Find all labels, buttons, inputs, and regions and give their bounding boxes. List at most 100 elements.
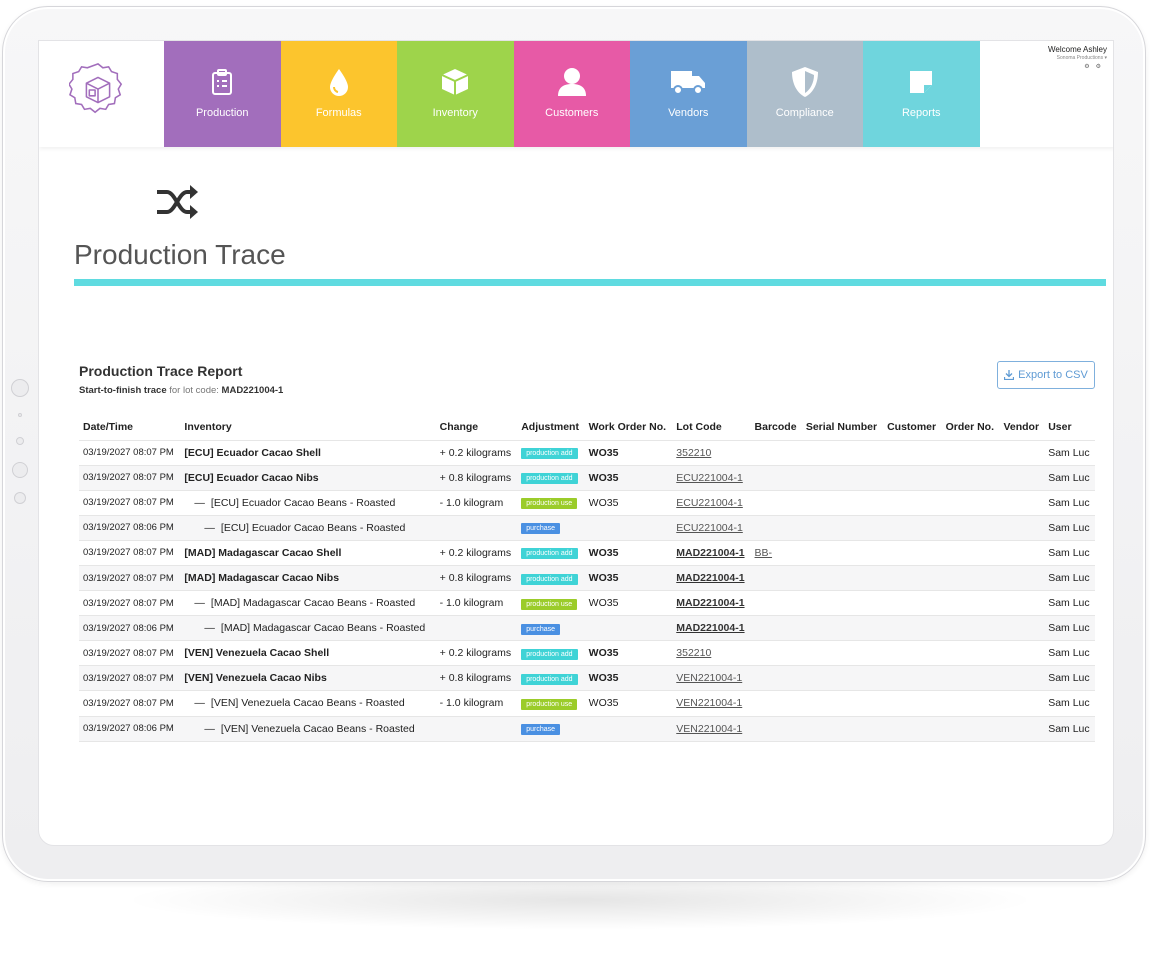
change-cell — [435, 716, 518, 742]
order-number-cell — [941, 690, 1000, 717]
person-icon — [557, 65, 587, 99]
adjustment-cell: production add — [517, 565, 585, 592]
lot-code-link[interactable]: ECU221004-1 — [676, 472, 743, 484]
customer-cell — [883, 615, 942, 642]
work-order-cell: WO35 — [584, 465, 673, 491]
user-cell: Sam Luc — [1044, 665, 1095, 692]
lot-code-link[interactable]: VEN221004-1 — [676, 723, 742, 735]
serial-number-cell — [801, 690, 884, 717]
lot-code-link[interactable]: 352210 — [676, 447, 711, 459]
lot-code-link[interactable]: MAD221004-1 — [676, 572, 744, 584]
work-order-cell: WO35 — [584, 540, 673, 566]
customer-cell — [883, 465, 942, 491]
date-time-cell: 03/19/2027 08:07 PM — [79, 690, 181, 717]
order-number-cell — [941, 615, 1000, 642]
customer-cell — [883, 640, 942, 667]
adjustment-cell: production add — [517, 640, 585, 667]
serial-number-cell — [801, 716, 884, 742]
vendor-cell — [999, 465, 1045, 491]
work-order-cell: WO35 — [584, 640, 673, 667]
nav-tile-label: Vendors — [668, 107, 709, 119]
barcode-cell — [750, 465, 802, 491]
table-header-row: Date/Time Inventory Change Adjustment Work O… — [79, 414, 1095, 441]
user-menu[interactable]: Welcome Ashley Sonoma Productions ▾ ⚙⚙ — [1048, 45, 1107, 70]
inventory-name: [MAD] Madagascar Cacao Beans - Roasted — [210, 597, 416, 610]
nav-tile-label: Customers — [545, 107, 599, 119]
lot-code-link[interactable]: MAD221004-1 — [676, 622, 744, 634]
adjustment-badge: production add — [521, 573, 578, 585]
barcode-cell — [750, 615, 802, 642]
user-cell: Sam Luc — [1044, 490, 1095, 516]
column-header: Inventory — [180, 414, 436, 441]
column-header: Work Order No. — [584, 414, 673, 441]
work-order-cell: WO35 — [584, 490, 673, 516]
nav-tile-label: Formulas — [315, 107, 362, 119]
user-cell: Sam Luc — [1044, 690, 1095, 717]
logo-icon[interactable] — [69, 61, 127, 119]
serial-number-cell — [801, 615, 884, 642]
table-row: 03/19/2027 08:07 PM [VEN] Venezuela Cacao… — [79, 665, 1095, 692]
table-row: 03/19/2027 08:06 PM — [MAD] Madagascar Cac… — [79, 615, 1095, 642]
nav-tile-label: Compliance — [775, 107, 834, 119]
shuffle-icon — [157, 185, 198, 219]
export-csv-button[interactable]: Export to CSV — [997, 361, 1095, 389]
settings-icon[interactable]: ⚙ — [1084, 64, 1095, 70]
barcode-cell — [750, 515, 802, 541]
nav-tile-production[interactable]: Production — [164, 41, 281, 147]
lot-code-link[interactable]: MAD221004-1 — [676, 597, 744, 609]
customer-cell — [883, 690, 942, 717]
nav-tile-reports[interactable]: Reports — [863, 41, 980, 147]
order-number-cell — [941, 590, 1000, 617]
adjustment-badge: purchase — [521, 623, 560, 635]
lot-code-link[interactable]: MAD221004-1 — [676, 547, 744, 559]
change-cell: + 0.2 kilograms — [435, 540, 518, 566]
vendor-cell — [999, 490, 1045, 516]
serial-number-cell — [801, 665, 884, 692]
tree-indent-dash: — — [194, 496, 205, 509]
vendor-cell — [999, 690, 1045, 717]
lot-code-cell: MAD221004-1 — [672, 615, 751, 642]
nav-tile-formulas[interactable]: Formulas — [280, 41, 397, 147]
adjustment-badge: production add — [521, 548, 578, 560]
change-cell: - 1.0 kilogram — [435, 490, 518, 516]
work-order-cell: WO35 — [584, 690, 673, 717]
user-cell: Sam Luc — [1044, 565, 1095, 592]
date-time-cell: 03/19/2027 08:07 PM — [79, 640, 181, 667]
subtitle-label: Start-to-finish trace — [79, 385, 167, 396]
adjustment-badge: production add — [521, 648, 578, 660]
organization-selector[interactable]: Sonoma Productions ▾ — [1048, 55, 1107, 61]
lot-code-link[interactable]: ECU221004-1 — [676, 497, 743, 509]
adjustment-cell: production use — [517, 490, 585, 516]
barcode-cell — [750, 490, 802, 516]
inventory-cell: [MAD] Madagascar Cacao Shell — [180, 540, 436, 566]
nav-tile-vendors[interactable]: Vendors — [630, 41, 747, 147]
column-header: Customer — [883, 414, 942, 441]
order-number-cell — [941, 716, 1000, 742]
column-header: Order No. — [941, 414, 1000, 441]
inventory-cell: — [VEN] Venezuela Cacao Beans - Roasted — [180, 690, 436, 717]
inventory-cell: — [VEN] Venezuela Cacao Beans - Roasted — [180, 716, 436, 742]
serial-number-cell — [801, 515, 884, 541]
lot-code-link[interactable]: VEN221004-1 — [676, 697, 742, 709]
download-icon — [1004, 370, 1015, 380]
inventory-name: [VEN] Venezuela Cacao Beans - Roasted — [210, 697, 405, 710]
nav-tile-inventory[interactable]: Inventory — [397, 41, 514, 147]
lot-code-link[interactable]: 352210 — [676, 647, 711, 659]
serial-number-cell — [801, 640, 884, 667]
side-button — [18, 413, 22, 417]
barcode-link[interactable]: BB- — [755, 547, 773, 559]
power-icon[interactable]: ⚙ — [1096, 64, 1107, 70]
note-icon — [907, 65, 935, 99]
report-title: Production Trace Report — [79, 363, 243, 379]
lot-code-cell: ECU221004-1 — [672, 515, 751, 541]
barcode-cell — [750, 590, 802, 617]
lot-code-link[interactable]: VEN221004-1 — [676, 672, 742, 684]
column-header: Adjustment — [517, 414, 585, 441]
table-row: 03/19/2027 08:07 PM — [ECU] Ecuador Cacao … — [79, 490, 1095, 516]
nav-tile-customers[interactable]: Customers — [513, 41, 630, 147]
change-cell: + 0.8 kilograms — [435, 465, 518, 491]
nav-tile-compliance[interactable]: Compliance — [746, 41, 863, 147]
nav-tile-label: Production — [195, 107, 249, 119]
lot-code-cell: VEN221004-1 — [672, 716, 751, 742]
lot-code-link[interactable]: ECU221004-1 — [676, 522, 743, 534]
